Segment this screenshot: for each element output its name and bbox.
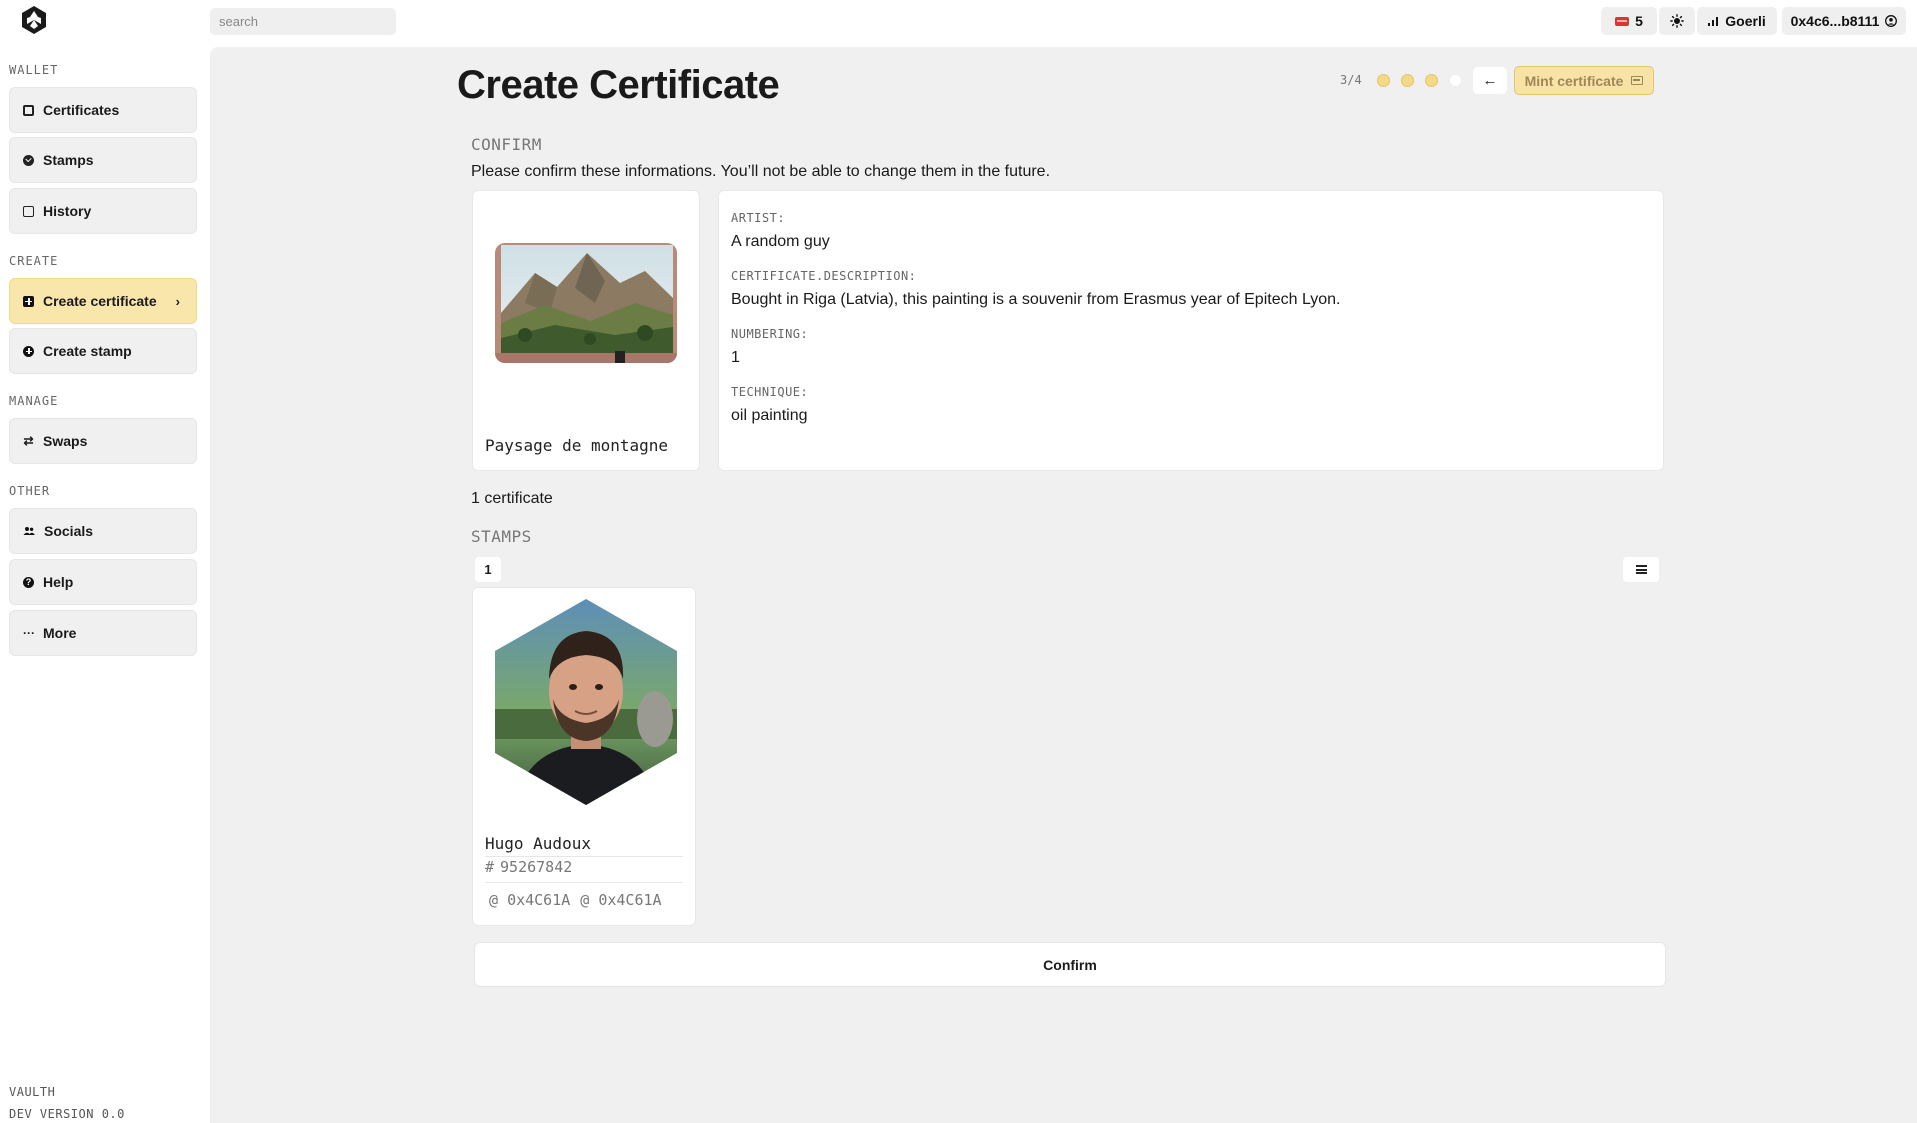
sun-icon <box>1670 14 1684 28</box>
app-name: VAULTH <box>9 1085 56 1099</box>
certificates-icon <box>23 104 34 116</box>
certificate-info-card: ARTIST: A random guy CERTIFICATE.DESCRIP… <box>718 190 1664 471</box>
stamp-address-2: @ 0x4C61A <box>580 891 661 909</box>
at-icon: @ <box>489 891 499 909</box>
sidebar-item-label: Certificates <box>43 102 120 118</box>
step-indicator: 3/4 <box>1340 73 1362 87</box>
certificate-count: 1 certificate <box>471 490 553 507</box>
confirm-button[interactable]: Confirm <box>474 942 1666 987</box>
help-icon: ? <box>23 576 34 588</box>
stamps-heading: STAMPS <box>471 527 532 546</box>
description-value: Bought in Riga (Latvia), this painting i… <box>731 291 1341 308</box>
account-address: 0x4c6...b8111 <box>1790 13 1880 29</box>
sidebar-item-more[interactable]: ··· More <box>9 610 197 656</box>
network-name: Goerli <box>1725 13 1766 29</box>
technique-value: oil painting <box>731 407 808 424</box>
stamp-count-badge: 1 <box>475 557 501 582</box>
hash-icon: # <box>485 858 495 876</box>
sidebar-item-socials[interactable]: Socials <box>9 508 197 554</box>
section-label-create: CREATE <box>9 254 59 268</box>
search-input[interactable] <box>210 8 396 35</box>
page-title: Create Certificate <box>457 63 780 107</box>
sidebar-item-stamps[interactable]: Stamps <box>9 137 197 183</box>
sidebar-item-label: Swaps <box>43 433 88 449</box>
mint-certificate-button[interactable]: Mint certificate <box>1514 66 1654 95</box>
signal-icon <box>1708 17 1719 26</box>
ticket-icon <box>1615 16 1630 26</box>
sidebar-item-history[interactable]: History <box>9 188 197 234</box>
stamp-id-value: 95267842 <box>500 858 573 876</box>
arrow-left-icon: ← <box>1482 72 1498 89</box>
sidebar: WALLET Certificates Stamps History CREAT… <box>0 44 208 1123</box>
stamp-address-1: @ 0x4C61A <box>489 891 570 909</box>
network-button[interactable]: Goerli <box>1697 7 1777 35</box>
at-icon: @ <box>580 891 590 909</box>
ellipsis-icon: ··· <box>23 626 35 640</box>
stamp-avatar <box>495 599 677 805</box>
user-icon <box>1885 15 1898 27</box>
stamp-card[interactable]: Hugo Audoux # 95267842 @ 0x4C61A @ 0x4C6… <box>472 587 696 926</box>
mint-certificate-label: Mint certificate <box>1524 72 1624 89</box>
artist-label: ARTIST: <box>731 211 786 225</box>
sidebar-item-label: Create stamp <box>43 343 132 359</box>
confirm-heading: CONFIRM <box>471 135 542 154</box>
artwork-card: Paysage de montagne <box>472 190 700 471</box>
theme-toggle-button[interactable] <box>1659 7 1695 35</box>
sidebar-item-swaps[interactable]: ⇄ Swaps <box>9 418 197 464</box>
notification-count: 5 <box>1635 13 1643 29</box>
sidebar-item-label: History <box>43 203 92 219</box>
badge-check-icon <box>23 154 34 166</box>
file-icon <box>23 205 34 217</box>
stamp-addresses: @ 0x4C61A @ 0x4C61A <box>489 891 662 909</box>
app-version: DEV VERSION 0.0 <box>9 1107 125 1121</box>
step-dot-1 <box>1377 74 1390 87</box>
swap-icon: ⇄ <box>23 434 34 448</box>
sidebar-item-label: Stamps <box>43 152 94 168</box>
vaulth-logo[interactable] <box>19 5 49 35</box>
account-button[interactable]: 0x4c6...b8111 <box>1782 7 1906 35</box>
step-dot-2 <box>1401 74 1414 87</box>
sidebar-item-help[interactable]: ? Help <box>9 559 197 605</box>
chevron-right-icon: › <box>175 293 180 309</box>
sidebar-item-label: Socials <box>44 523 94 539</box>
stamp-id: # 95267842 <box>485 858 572 876</box>
step-dot-4 <box>1449 74 1462 87</box>
plus-square-icon <box>23 295 34 307</box>
artwork-image <box>495 243 677 363</box>
section-label-other: OTHER <box>9 484 51 498</box>
numbering-label: NUMBERING: <box>731 327 809 341</box>
list-view-toggle[interactable] <box>1623 557 1659 582</box>
stamp-address-value: 0x4C61A <box>598 891 662 909</box>
sidebar-item-create-stamp[interactable]: Create stamp <box>9 328 197 374</box>
sidebar-item-certificates[interactable]: Certificates <box>9 87 197 133</box>
back-button[interactable]: ← <box>1473 67 1507 94</box>
step-dot-3 <box>1425 74 1438 87</box>
sidebar-item-label: Help <box>43 574 74 590</box>
confirm-instructions: Please confirm these informations. You’l… <box>471 163 1051 180</box>
sidebar-item-label: Create certificate <box>43 293 157 309</box>
list-icon <box>1635 565 1647 574</box>
card-icon <box>1631 76 1644 85</box>
stamp-owner-name: Hugo Audoux <box>485 834 591 853</box>
sidebar-item-label: More <box>43 625 77 641</box>
section-label-wallet: WALLET <box>9 63 59 77</box>
artwork-title: Paysage de montagne <box>485 436 669 455</box>
section-label-manage: MANAGE <box>9 394 59 408</box>
plus-circle-icon <box>23 345 34 357</box>
stamp-address-value: 0x4C61A <box>507 891 571 909</box>
sidebar-item-create-certificate[interactable]: Create certificate › <box>9 278 197 324</box>
numbering-value: 1 <box>731 349 740 366</box>
technique-label: TECHNIQUE: <box>731 385 809 399</box>
main-content: Create Certificate 3/4 ← Mint certificat… <box>210 47 1917 1123</box>
divider <box>485 882 683 883</box>
users-icon <box>23 527 35 535</box>
notifications-button[interactable]: 5 <box>1601 7 1657 35</box>
divider <box>485 856 683 857</box>
description-label: CERTIFICATE.DESCRIPTION: <box>731 269 917 283</box>
top-bar: 5 Goerli 0x4c6...b8111 <box>0 0 1917 44</box>
artist-value: A random guy <box>731 233 830 250</box>
